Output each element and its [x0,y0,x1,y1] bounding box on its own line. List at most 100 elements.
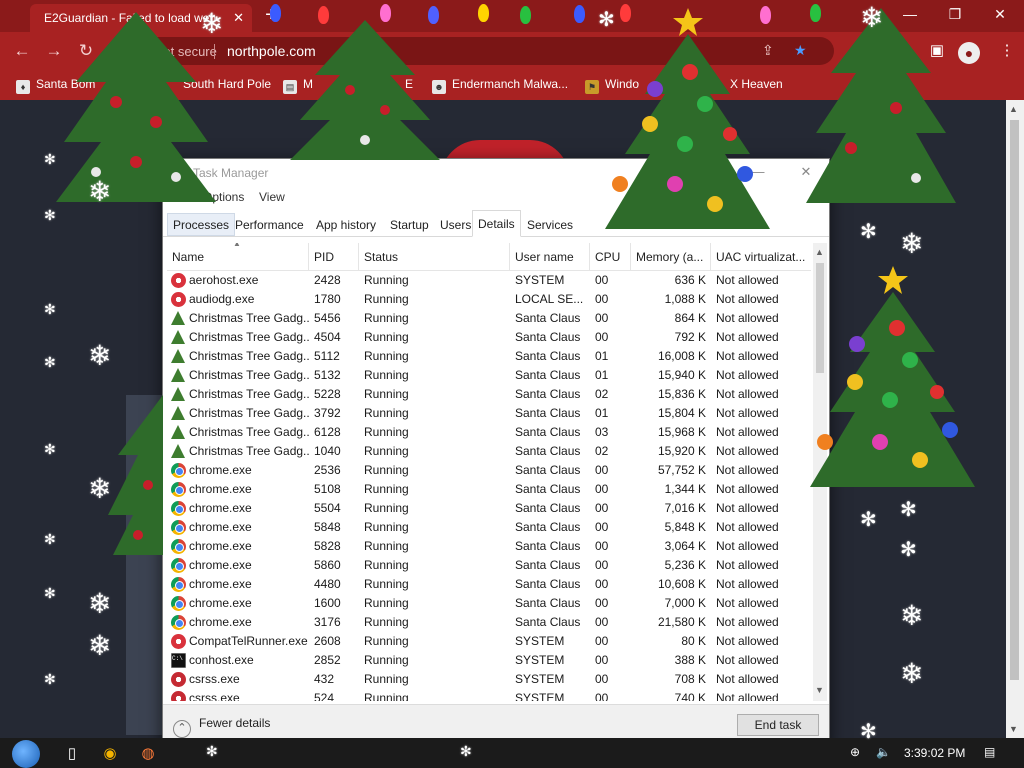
minimize-button[interactable]: — [895,6,925,22]
table-scrollbar[interactable]: ▲ ▼ [813,243,827,701]
menu-view[interactable]: View [259,190,285,204]
cell-cpu: 00 [595,311,609,325]
column-header-status[interactable]: Status [359,243,510,271]
app-taskbar-icon[interactable]: ◍ [136,744,160,762]
cell-user: Santa Claus [515,501,581,515]
table-row[interactable]: Christmas Tree Gadg... 4504 Running Santa C… [167,328,811,347]
cell-user: Santa Claus [515,406,581,420]
column-header-user[interactable]: User name [510,243,590,271]
close-button[interactable]: ✕ [985,6,1015,23]
table-scroll-down-icon[interactable]: ▼ [815,685,824,695]
extensions-icon[interactable]: ✚ [895,41,917,59]
cell-status: Running [364,349,409,363]
tab-startup[interactable]: Startup [384,213,435,236]
bookmark-star-icon[interactable]: ★ [794,42,807,59]
table-row[interactable]: Christmas Tree Gadg... 3792 Running Santa C… [167,404,811,423]
address-bar[interactable]: ⚠ Not secure northpole.com ⇪ ★ [114,37,834,65]
tm-close-button[interactable]: ✕ [791,164,821,180]
scroll-down-icon[interactable]: ▼ [1009,724,1018,734]
url-text[interactable]: northpole.com [227,43,316,59]
bookmark-item[interactable]: ▤ M [283,77,313,94]
cell-user: Santa Claus [515,463,581,477]
task-view-icon[interactable]: ▯ [60,744,84,762]
bookmark-item[interactable]: ☻ Endermanch Malwa... [432,77,568,94]
tab-processes[interactable]: Processes [167,213,236,236]
volume-icon[interactable]: 🔈 [876,745,891,759]
cell-name: Christmas Tree Gadg... [189,330,309,344]
cell-cpu: 00 [595,596,609,610]
tab-performance[interactable]: Performance [229,213,310,236]
cell-pid: 5848 [314,520,341,534]
cell-uac: Not allowed [716,634,779,648]
menu-options[interactable]: Options [203,190,244,204]
table-scroll-thumb[interactable] [816,263,824,373]
new-tab-button[interactable]: + [260,4,282,27]
chrome-taskbar-icon[interactable]: ◉ [98,744,122,762]
table-row[interactable]: chrome.exe 5108 Running Santa Claus 00 1,344 … [167,480,811,499]
notifications-icon[interactable]: ▤ [984,745,995,759]
bookmark-item[interactable]: E [405,77,413,91]
side-panel-icon[interactable]: ▣ [926,41,948,59]
tab-close-icon[interactable]: ✕ [233,10,244,26]
table-scroll-up-icon[interactable]: ▲ [815,247,824,257]
column-header-uac[interactable]: UAC virtualizat... [711,243,811,271]
table-row[interactable]: Christmas Tree Gadg... 5456 Running Santa C… [167,309,811,328]
menu-kebab-icon[interactable]: ⋮ [996,41,1018,59]
cell-pid: 1600 [314,596,341,610]
bookmark-item[interactable]: X Heaven [730,77,783,91]
page-scroll-thumb[interactable] [1010,120,1019,680]
scroll-up-icon[interactable]: ▲ [1009,104,1018,114]
network-icon[interactable]: ⊕ [850,745,860,759]
menu-file[interactable]: File [171,190,190,204]
tab-details[interactable]: Details [472,210,521,237]
table-row[interactable]: chrome.exe 3176 Running Santa Claus 00 21,580… [167,613,811,632]
warning-icon[interactable]: ⚠ [128,42,141,59]
cell-user: Santa Claus [515,311,581,325]
reload-icon[interactable]: ↻ [74,41,98,61]
table-row[interactable]: Christmas Tree Gadg... 5132 Running Santa C… [167,366,811,385]
page-scrollbar[interactable]: ▲ ▼ [1006,100,1024,738]
tab-app-history[interactable]: App history [310,213,382,236]
column-header-cpu[interactable]: CPU [590,243,631,271]
table-row[interactable]: audiodg.exe 1780 Running LOCAL SE... 00 1,088… [167,290,811,309]
table-row[interactable]: Christmas Tree Gadg... 5112 Running Santa C… [167,347,811,366]
table-row[interactable]: chrome.exe 5848 Running Santa Claus 00 5,848 … [167,518,811,537]
tab-users[interactable]: Users [434,213,477,236]
table-row[interactable]: csrss.exe 524 Running SYSTEM 00 740 K Not allo… [167,689,811,701]
table-row[interactable]: chrome.exe 5504 Running Santa Claus 00 7,016 … [167,499,811,518]
share-icon[interactable]: ⇪ [762,42,774,59]
bookmark-item[interactable]: ♦ Santa Bom [16,77,95,94]
end-task-button[interactable]: End task [737,714,819,736]
start-button[interactable] [12,740,40,768]
table-row[interactable]: aerohost.exe 2428 Running SYSTEM 00 636 K Not … [167,271,811,290]
bookmark-item[interactable]: ⚑ Windo [585,77,639,94]
table-row[interactable]: chrome.exe 4480 Running Santa Claus 00 10,608… [167,575,811,594]
cell-name: chrome.exe [189,482,252,496]
table-row[interactable]: Christmas Tree Gadg... 5228 Running Santa C… [167,385,811,404]
table-row[interactable]: chrome.exe 5828 Running Santa Claus 00 3,064 … [167,537,811,556]
table-row[interactable]: chrome.exe 2536 Running Santa Claus 00 57,752… [167,461,811,480]
profile-avatar[interactable]: ● [958,42,980,64]
bookmark-item[interactable]: South Hard Pole [183,77,271,91]
cell-cpu: 00 [595,672,609,686]
taskbar-clock[interactable]: 3:39:02 PM [904,746,965,760]
column-header-pid[interactable]: PID [309,243,359,271]
fewer-details-button[interactable]: ⌃ Fewer details [173,716,270,738]
back-arrow-icon[interactable]: ← [10,41,34,61]
tab-services[interactable]: Services [521,213,579,236]
table-row[interactable]: chrome.exe 1600 Running Santa Claus 00 7,000 … [167,594,811,613]
column-header-memory[interactable]: Memory (a... [631,243,711,271]
restore-button[interactable]: ❐ [940,6,970,23]
table-row[interactable]: csrss.exe 432 Running SYSTEM 00 708 K Not allo… [167,670,811,689]
tm-minimize-button[interactable]: — [743,164,773,179]
task-manager-titlebar[interactable]: Task Manager — ✕ [163,159,829,187]
browser-tab[interactable]: E2Guardian - Failed to load web ✕ [30,4,252,32]
table-row[interactable]: Christmas Tree Gadg... 6128 Running Santa C… [167,423,811,442]
table-row[interactable]: Christmas Tree Gadg... 1040 Running Santa C… [167,442,811,461]
table-row[interactable]: chrome.exe 5860 Running Santa Claus 00 5,236 … [167,556,811,575]
table-row[interactable]: CompatTelRunner.exe 2608 Running SYSTEM 00 80… [167,632,811,651]
cell-cpu: 02 [595,387,609,401]
table-row[interactable]: conhost.exe 2852 Running SYSTEM 00 388 K Not a… [167,651,811,670]
forward-arrow-icon[interactable]: → [42,41,66,61]
column-header-name[interactable]: Name [167,243,309,271]
